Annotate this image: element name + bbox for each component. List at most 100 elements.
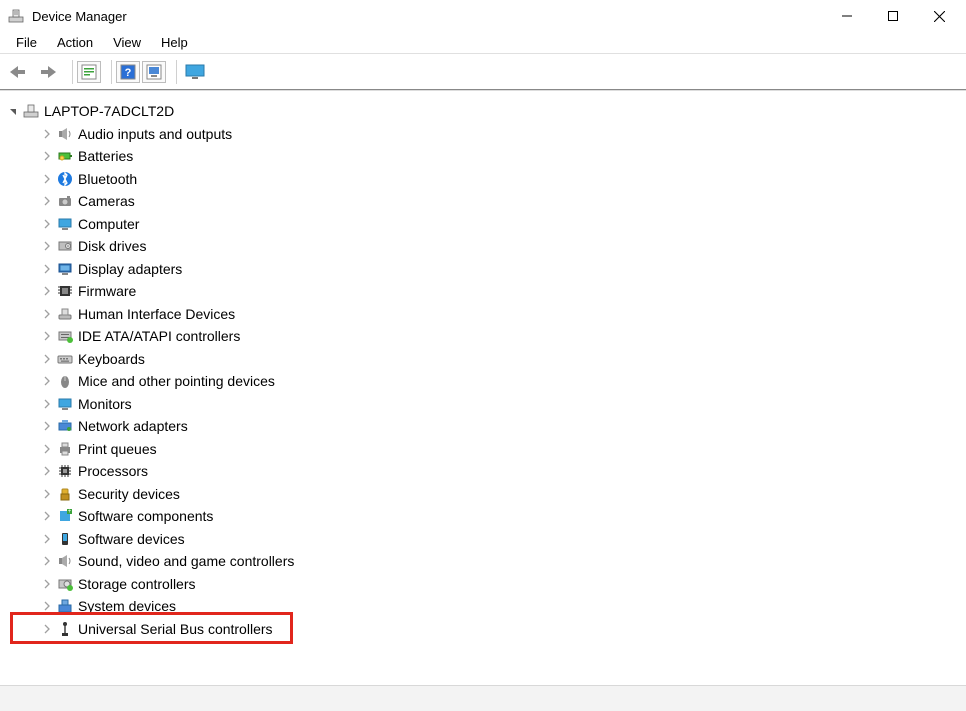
chevron-right-icon[interactable]: [40, 264, 54, 274]
chevron-right-icon[interactable]: [40, 421, 54, 431]
tree-category-monitor[interactable]: Monitors: [4, 393, 966, 416]
chevron-right-icon[interactable]: [40, 151, 54, 161]
tree-category-security[interactable]: Security devices: [4, 483, 966, 506]
tree-category-mouse[interactable]: Mice and other pointing devices: [4, 370, 966, 393]
tree-category-disk[interactable]: Disk drives: [4, 235, 966, 258]
forward-button[interactable]: [34, 59, 62, 85]
chevron-right-icon[interactable]: [40, 534, 54, 544]
chevron-right-icon[interactable]: [40, 624, 54, 634]
maximize-button[interactable]: [870, 0, 916, 32]
usb-icon: [56, 620, 74, 638]
tree-category-computer[interactable]: Computer: [4, 213, 966, 236]
tree-category-label: Sound, video and game controllers: [78, 553, 294, 569]
tree-category-swdev[interactable]: Software devices: [4, 528, 966, 551]
tree-category-label: Processors: [78, 463, 148, 479]
chevron-right-icon[interactable]: [40, 556, 54, 566]
tree-category-label: Network adapters: [78, 418, 188, 434]
tree-category-storage[interactable]: Storage controllers: [4, 573, 966, 596]
tree-category-keyboard[interactable]: Keyboards: [4, 348, 966, 371]
mouse-icon: [56, 372, 74, 390]
tree-category-label: Audio inputs and outputs: [78, 126, 232, 142]
tree-category-label: Cameras: [78, 193, 135, 209]
tree-category-label: Bluetooth: [78, 171, 137, 187]
monitor-view-button[interactable]: [181, 59, 209, 85]
chevron-down-icon[interactable]: [6, 106, 20, 116]
monitor-icon: [56, 395, 74, 413]
scan-hardware-button[interactable]: [142, 61, 166, 83]
tree-category-label: Disk drives: [78, 238, 146, 254]
close-button[interactable]: [916, 0, 962, 32]
computer-icon: [56, 215, 74, 233]
back-button[interactable]: [4, 59, 32, 85]
chevron-right-icon[interactable]: [40, 129, 54, 139]
help-button[interactable]: ?: [116, 61, 140, 83]
device-tree: LAPTOP-7ADCLT2D Audio inputs and outputs B…: [0, 90, 966, 681]
tree-root-label: LAPTOP-7ADCLT2D: [44, 103, 174, 119]
chevron-right-icon[interactable]: [40, 579, 54, 589]
ide-icon: [56, 327, 74, 345]
minimize-button[interactable]: [824, 0, 870, 32]
tree-category-printer[interactable]: Print queues: [4, 438, 966, 461]
security-icon: [56, 485, 74, 503]
chevron-right-icon[interactable]: [40, 399, 54, 409]
chevron-right-icon[interactable]: [40, 331, 54, 341]
chevron-right-icon[interactable]: [40, 174, 54, 184]
tree-category-usb[interactable]: Universal Serial Bus controllers: [4, 618, 966, 641]
tree-category-label: Monitors: [78, 396, 132, 412]
tree-category-label: Mice and other pointing devices: [78, 373, 275, 389]
camera-icon: [56, 192, 74, 210]
menu-action[interactable]: Action: [47, 33, 103, 52]
tree-category-speaker[interactable]: Audio inputs and outputs: [4, 123, 966, 146]
tree-category-firmware[interactable]: Firmware: [4, 280, 966, 303]
sound-icon: [56, 552, 74, 570]
menu-file[interactable]: File: [6, 33, 47, 52]
toolbar: ?: [0, 54, 966, 90]
tree-category-sound[interactable]: Sound, video and game controllers: [4, 550, 966, 573]
tree-category-bluetooth[interactable]: Bluetooth: [4, 168, 966, 191]
tree-category-swcomp[interactable]: Software components: [4, 505, 966, 528]
tree-category-label: Computer: [78, 216, 139, 232]
chevron-right-icon[interactable]: [40, 354, 54, 364]
chevron-right-icon[interactable]: [40, 466, 54, 476]
chevron-right-icon[interactable]: [40, 489, 54, 499]
tree-category-label: Universal Serial Bus controllers: [78, 621, 273, 637]
swcomp-icon: [56, 507, 74, 525]
hid-icon: [56, 305, 74, 323]
menu-help[interactable]: Help: [151, 33, 198, 52]
tree-category-label: System devices: [78, 598, 176, 614]
chevron-right-icon[interactable]: [40, 309, 54, 319]
bluetooth-icon: [56, 170, 74, 188]
tree-category-hid[interactable]: Human Interface Devices: [4, 303, 966, 326]
speaker-icon: [56, 125, 74, 143]
chevron-right-icon[interactable]: [40, 196, 54, 206]
tree-category-processor[interactable]: Processors: [4, 460, 966, 483]
tree-category-label: Keyboards: [78, 351, 145, 367]
tree-category-battery[interactable]: Batteries: [4, 145, 966, 168]
chevron-right-icon[interactable]: [40, 511, 54, 521]
tree-category-display[interactable]: Display adapters: [4, 258, 966, 281]
tree-category-label: Software components: [78, 508, 213, 524]
tree-category-label: Human Interface Devices: [78, 306, 235, 322]
chevron-right-icon[interactable]: [40, 286, 54, 296]
tree-category-label: Print queues: [78, 441, 157, 457]
disk-icon: [56, 237, 74, 255]
processor-icon: [56, 462, 74, 480]
tree-root-node[interactable]: LAPTOP-7ADCLT2D: [4, 100, 966, 123]
tree-category-system[interactable]: System devices: [4, 595, 966, 618]
titlebar: Device Manager: [0, 0, 966, 32]
tree-category-network[interactable]: Network adapters: [4, 415, 966, 438]
tree-category-camera[interactable]: Cameras: [4, 190, 966, 213]
app-icon: [8, 8, 24, 24]
chevron-right-icon[interactable]: [40, 444, 54, 454]
window-controls: [824, 0, 962, 32]
printer-icon: [56, 440, 74, 458]
menu-view[interactable]: View: [103, 33, 151, 52]
chevron-right-icon[interactable]: [40, 376, 54, 386]
keyboard-icon: [56, 350, 74, 368]
properties-button[interactable]: [77, 61, 101, 83]
chevron-right-icon[interactable]: [40, 601, 54, 611]
storage-icon: [56, 575, 74, 593]
chevron-right-icon[interactable]: [40, 241, 54, 251]
chevron-right-icon[interactable]: [40, 219, 54, 229]
tree-category-ide[interactable]: IDE ATA/ATAPI controllers: [4, 325, 966, 348]
